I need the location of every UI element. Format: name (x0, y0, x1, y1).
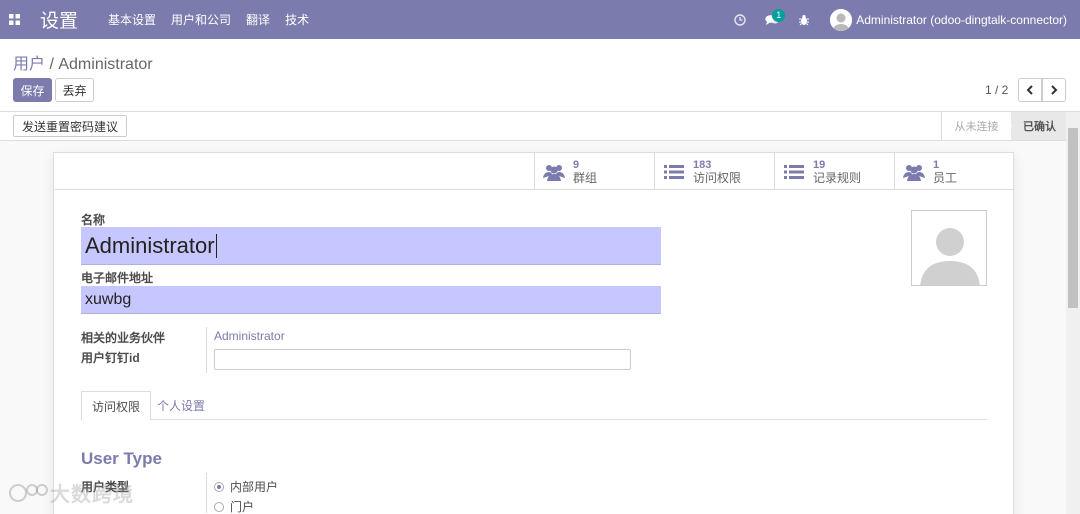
send-reset-password-button[interactable]: 发送重置密码建议 (13, 115, 128, 137)
field-divider (206, 473, 207, 513)
name-field[interactable]: Administrator (81, 227, 661, 265)
tab-access-rights[interactable]: 访问权限 (81, 391, 152, 421)
related-partner-link[interactable]: Administrator (214, 329, 285, 343)
page-scrollbar[interactable] (1066, 112, 1080, 514)
apps-menu-icon[interactable] (0, 0, 28, 39)
email-label: 电子邮件地址 (81, 271, 154, 285)
menu-general-settings[interactable]: 基本设置 (108, 11, 156, 28)
debug-bug-icon[interactable] (788, 0, 820, 39)
tab-preferences[interactable]: 个人设置 (147, 391, 215, 420)
watermark-text: 大数跨境 (50, 484, 134, 506)
email-value: xuwbg (85, 290, 132, 308)
employees-label: 员工 (933, 170, 958, 185)
access-rights-count: 183 (693, 158, 712, 171)
pager-next-button[interactable] (1042, 78, 1066, 102)
record-rules-label: 记录规则 (813, 170, 862, 185)
message-count-badge: 1 (772, 9, 786, 22)
smart-button-row: 9 群组 183 访问权限 19 记录规则 1 员工 (54, 153, 1013, 190)
activity-clock-icon[interactable] (724, 0, 756, 39)
chevron-left-icon (1026, 85, 1033, 95)
user-menu-name[interactable]: Administrator (odoo-dingtalk-connector) (856, 13, 1067, 27)
scrollbar-thumb[interactable] (1068, 128, 1078, 308)
menu-technical[interactable]: 技术 (285, 11, 309, 28)
users-icon (535, 163, 573, 181)
notebook-tabs: 访问权限 个人设置 (81, 391, 987, 421)
dingtalk-id-label: 用户钉钉id (81, 351, 140, 365)
discard-button[interactable]: 丢弃 (55, 78, 94, 102)
breadcrumb-separator: / (45, 56, 59, 73)
employees-smart-button[interactable]: 1 员工 (894, 153, 1014, 190)
app-title: 设置 (40, 11, 79, 32)
radio-internal-user-label: 内部用户 (230, 480, 279, 494)
radio-portal[interactable]: 门户 (214, 498, 254, 514)
menu-translations[interactable]: 翻译 (246, 11, 270, 28)
pager-value[interactable]: 1 / 2 (985, 83, 1008, 97)
radio-button-checked[interactable] (214, 481, 224, 492)
form-sheet: 9 群组 183 访问权限 19 记录规则 1 员工 名称 Administra… (53, 152, 1014, 514)
avatar-placeholder-icon (912, 211, 986, 285)
menu-users-companies[interactable]: 用户和公司 (171, 11, 231, 28)
list-icon (655, 164, 693, 180)
name-value: Administrator (85, 232, 215, 258)
dingtalk-id-field[interactable] (214, 349, 631, 370)
stage-confirmed[interactable]: 已确认 (1011, 112, 1068, 140)
watermark-logo-icon (9, 483, 48, 502)
watermark: 大数跨境 (8, 478, 134, 507)
record-rules-smart-button[interactable]: 19 记录规则 (774, 153, 894, 190)
employees-count: 1 (933, 158, 940, 171)
control-panel: 用户 / Administrator 保存 丢弃 1 / 2 (0, 39, 1080, 112)
related-partner-label: 相关的业务伙伴 (81, 331, 166, 345)
breadcrumb-current: Administrator (58, 56, 153, 73)
name-label: 名称 (81, 213, 106, 227)
groups-smart-button[interactable]: 9 群组 (534, 153, 654, 190)
stage-arrow (1004, 112, 1012, 140)
radio-button[interactable] (214, 501, 224, 512)
pager-previous-button[interactable] (1018, 78, 1042, 102)
access-rights-label: 访问权限 (693, 170, 742, 185)
groups-label: 群组 (573, 170, 598, 185)
chevron-right-icon (1051, 85, 1058, 95)
user-type-section-title: User Type (81, 449, 162, 468)
access-rights-smart-button[interactable]: 183 访问权限 (654, 153, 774, 190)
list-icon (775, 164, 813, 180)
email-field[interactable]: xuwbg (81, 286, 661, 314)
field-divider (206, 327, 207, 373)
top-navbar: 设置 基本设置 用户和公司 翻译 技术 1 Administrator (odo… (0, 0, 1080, 39)
stage-never-connected[interactable]: 从未连接 (941, 112, 1011, 140)
record-rules-count: 19 (813, 158, 826, 171)
groups-count: 9 (573, 158, 580, 171)
radio-portal-label: 门户 (230, 500, 255, 514)
save-button[interactable]: 保存 (13, 78, 52, 102)
radio-internal-user[interactable]: 内部用户 (214, 478, 278, 495)
messages-icon[interactable]: 1 (756, 0, 788, 39)
users-icon (895, 163, 933, 181)
breadcrumb: 用户 / Administrator (13, 50, 153, 74)
user-photo[interactable] (911, 210, 987, 286)
breadcrumb-users-link[interactable]: 用户 (13, 56, 45, 73)
form-statusbar: 发送重置密码建议 从未连接 已确认 (0, 112, 1080, 141)
user-avatar[interactable] (830, 8, 853, 31)
text-caret (215, 233, 217, 258)
